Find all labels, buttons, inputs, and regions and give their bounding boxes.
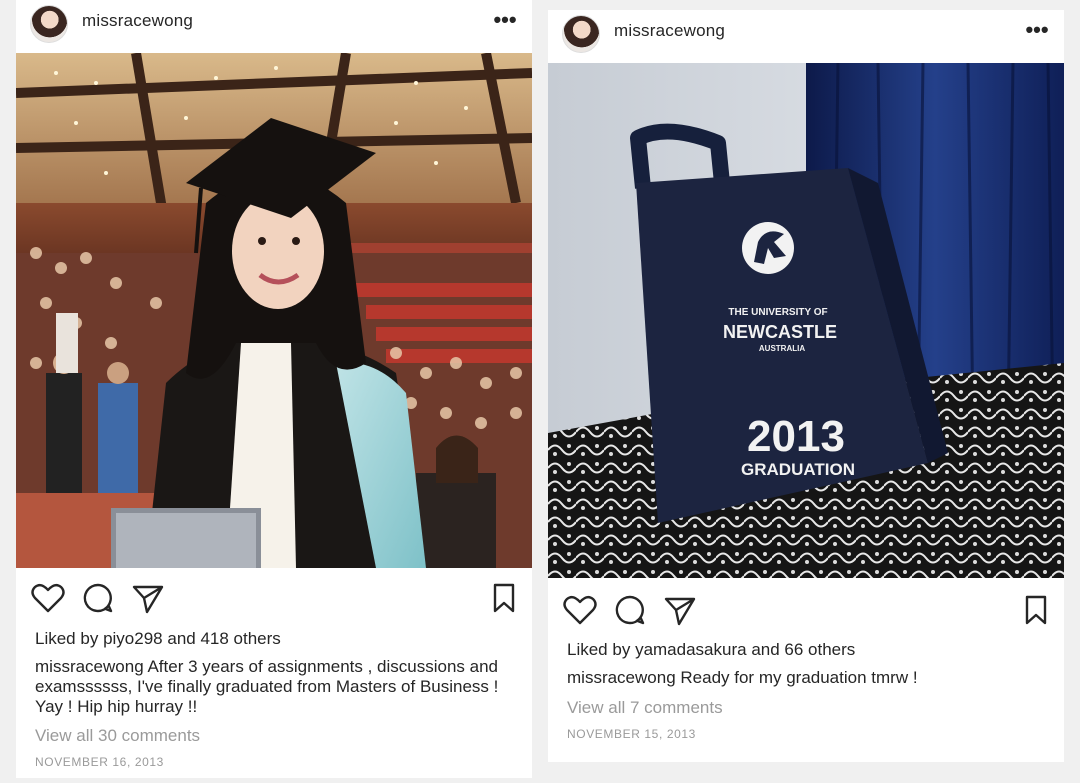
- liked-user-link[interactable]: yamadasakura: [635, 640, 747, 659]
- liked-others-link[interactable]: and 66 others: [751, 640, 855, 659]
- liked-others-link[interactable]: and 418 others: [167, 629, 280, 648]
- comment-icon[interactable]: [80, 580, 116, 616]
- post-date: NOVEMBER 16, 2013: [35, 755, 164, 769]
- post-graduation-ceremony: missracewong ••• Liked by piyo298 and 41…: [16, 0, 532, 778]
- bookmark-icon[interactable]: [1018, 592, 1054, 628]
- avatar[interactable]: [562, 15, 600, 53]
- bag-line2: NEWCASTLE: [723, 322, 837, 342]
- heart-icon[interactable]: [562, 592, 598, 628]
- bag-line3: AUSTRALIA: [759, 344, 805, 353]
- bookmark-icon[interactable]: [486, 580, 522, 616]
- share-icon[interactable]: [130, 580, 166, 616]
- heart-icon[interactable]: [30, 580, 66, 616]
- bag-label: GRADUATION: [741, 460, 855, 479]
- view-comments-link[interactable]: View all 30 comments: [35, 726, 200, 746]
- post-graduation-bag: missracewong ••• THE UNIVERSITY OF NEWCA…: [548, 10, 1064, 762]
- more-horizontal-icon[interactable]: •••: [492, 9, 518, 31]
- post-actions: [16, 580, 532, 620]
- avatar[interactable]: [30, 5, 68, 43]
- post-caption: missracewong After 3 years of assignment…: [35, 657, 515, 717]
- graduation-photo-illustration: [16, 53, 532, 568]
- comment-icon[interactable]: [612, 592, 648, 628]
- share-icon[interactable]: [662, 592, 698, 628]
- post-header: missracewong •••: [16, 0, 532, 52]
- username-link[interactable]: missracewong: [82, 11, 193, 31]
- view-comments-link[interactable]: View all 7 comments: [567, 698, 723, 718]
- post-photo-bag[interactable]: THE UNIVERSITY OF NEWCASTLE AUSTRALIA 20…: [548, 63, 1064, 578]
- post-header: missracewong •••: [548, 10, 1064, 62]
- bag-year: 2013: [747, 412, 845, 461]
- post-date: NOVEMBER 15, 2013: [567, 727, 696, 741]
- caption-username-link[interactable]: missracewong: [567, 668, 676, 687]
- post-photo-graduate[interactable]: [16, 53, 532, 568]
- post-actions: [548, 592, 1064, 632]
- bag-line1: THE UNIVERSITY OF: [728, 307, 827, 318]
- post-caption: missracewong Ready for my graduation tmr…: [567, 668, 1047, 688]
- liked-by-label: Liked by: [35, 629, 99, 648]
- graduation-bag-illustration: THE UNIVERSITY OF NEWCASTLE AUSTRALIA 20…: [548, 63, 1064, 578]
- liked-by-label: Liked by: [567, 640, 631, 659]
- likes-summary: Liked by yamadasakura and 66 others: [567, 640, 855, 660]
- caption-username-link[interactable]: missracewong: [35, 657, 144, 676]
- caption-text: Ready for my graduation tmrw !: [680, 668, 918, 687]
- username-link[interactable]: missracewong: [614, 21, 725, 41]
- liked-user-link[interactable]: piyo298: [103, 629, 163, 648]
- likes-summary: Liked by piyo298 and 418 others: [35, 629, 281, 649]
- more-horizontal-icon[interactable]: •••: [1024, 19, 1050, 41]
